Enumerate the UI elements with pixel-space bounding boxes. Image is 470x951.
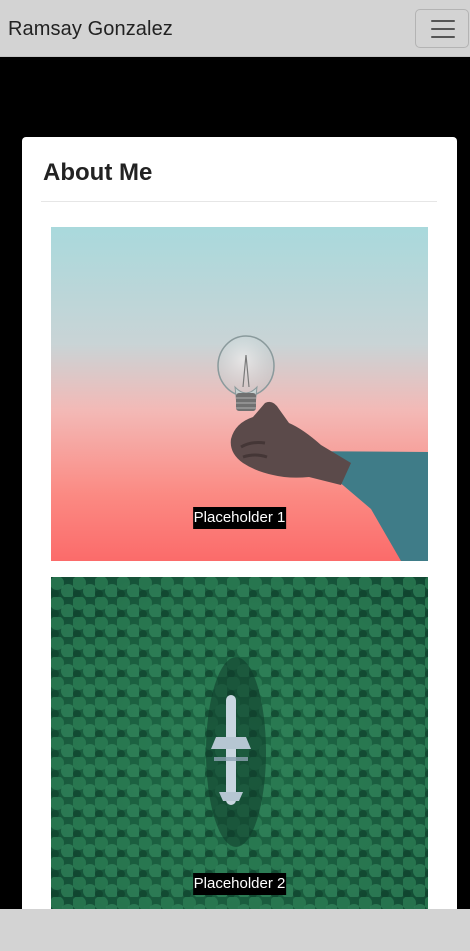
top-navbar: Ramsay Gonzalez (0, 0, 470, 57)
navbar-toggler-button[interactable] (415, 9, 469, 48)
carousel-caption-1: Placeholder 1 (192, 507, 287, 529)
brand-name[interactable]: Ramsay Gonzalez (8, 18, 173, 41)
about-card: About Me Placeholder 1 Placeholder 2 (22, 137, 457, 927)
hamburger-menu-icon-bottom (431, 36, 455, 38)
carousel-slide-2[interactable]: Placeholder 2 (51, 577, 428, 927)
carousel-slide-1[interactable]: Placeholder 1 (51, 227, 428, 561)
hamburger-menu-icon-middle (431, 28, 455, 30)
bottom-bar (0, 909, 470, 951)
about-title: About Me (43, 159, 153, 186)
carousel-caption-2: Placeholder 2 (192, 873, 287, 895)
hamburger-menu-icon (431, 20, 455, 22)
title-divider (41, 201, 437, 202)
